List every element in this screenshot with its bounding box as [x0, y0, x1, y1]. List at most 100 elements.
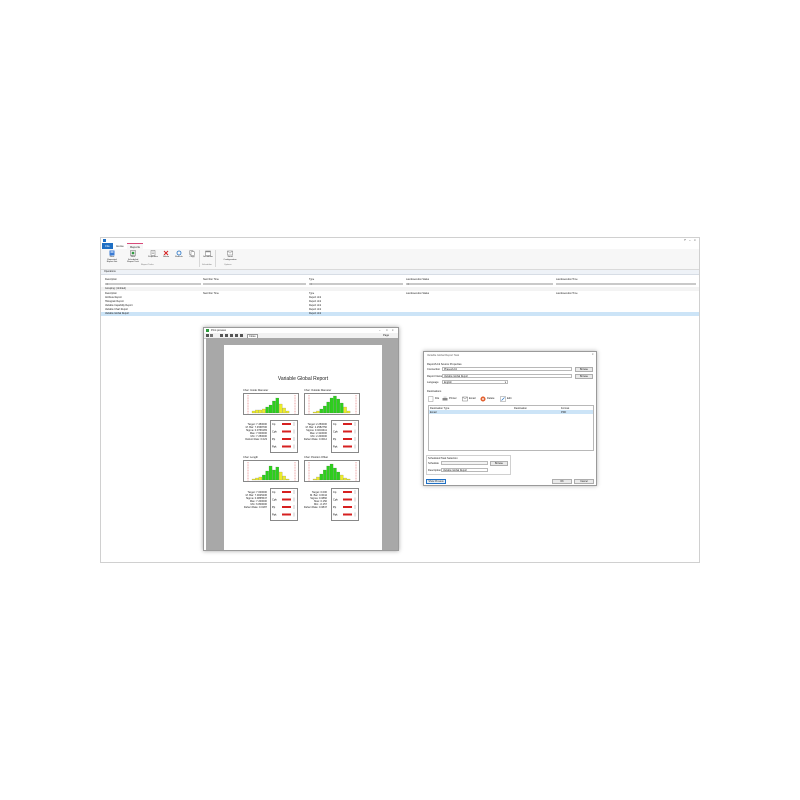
grouping-label: Grouping: (Untitled)	[105, 287, 126, 290]
email-destination-button[interactable]: Email	[462, 395, 478, 402]
capability-bar	[282, 506, 291, 508]
refresh-button[interactable]: Refresh	[173, 250, 185, 264]
capability-bar	[343, 513, 352, 516]
chart-stats: Target: 2.250000 M. Bar: 2.2582750 Sigma…	[300, 423, 327, 441]
file-destination-button[interactable]: File	[428, 395, 442, 402]
histogram-bar	[333, 467, 337, 481]
histogram-bar	[316, 410, 320, 414]
four-pages-icon[interactable]	[240, 334, 243, 337]
destinations-table: Destination Type Destination Format Emai…	[428, 405, 594, 451]
browse-report-button[interactable]: Browse	[575, 373, 593, 379]
histogram-bar	[268, 465, 273, 481]
preview-window-title: Print preview	[211, 329, 226, 332]
language-select[interactable]: English ▾	[442, 380, 508, 384]
minimize-icon[interactable]: –	[689, 238, 691, 242]
destination-row[interactable]: Email PDF	[429, 410, 593, 414]
histogram-bar	[268, 404, 273, 414]
capability-label: Cpk	[333, 498, 338, 502]
dialog-title: Variable Global Report Task	[427, 354, 460, 357]
capability-bar	[343, 423, 352, 425]
histogram-bar	[258, 476, 262, 481]
filter-last-time[interactable]	[556, 282, 696, 286]
capability-indices-box: Cp Cpk Pp Ppk	[270, 488, 298, 521]
histogram-bar	[312, 478, 317, 481]
page-label: Page	[383, 334, 390, 337]
capability-bar	[343, 491, 352, 493]
ribbon-group-options: Options	[224, 264, 232, 266]
edit-destination-button[interactable]: Edit	[500, 395, 516, 402]
histogram-chart	[243, 393, 299, 415]
delete-destination-button[interactable]: Delete	[480, 395, 498, 402]
schedule-field[interactable]	[441, 461, 488, 465]
histogram-bar	[329, 463, 334, 481]
close-icon[interactable]: ×	[694, 238, 696, 242]
properties-button[interactable]: Properties	[147, 250, 159, 264]
browse-schedule-button[interactable]: Browse	[490, 460, 508, 466]
capability-indicators: Cp Cpk Pp Ppk	[272, 490, 295, 517]
label-description: Description	[428, 468, 441, 472]
close-icon[interactable]: ×	[592, 353, 594, 356]
help-icon[interactable]: ?	[684, 238, 686, 242]
capability-label: Cp	[333, 490, 337, 494]
histogram-bar	[346, 478, 351, 481]
filter-type[interactable]: =	[309, 282, 403, 286]
ribbon-separator	[199, 250, 200, 267]
app-logo-icon	[103, 239, 106, 242]
show-preview-button[interactable]: Show Preview	[426, 479, 446, 484]
preview-app-icon	[206, 329, 209, 332]
report-page: Variable Global Report Char: Inside Diam…	[224, 345, 382, 550]
minimize-icon[interactable]: –	[379, 329, 380, 332]
table-row-selected[interactable]: Variable Global Report Report Unit	[101, 312, 699, 316]
filter-description[interactable]: =	[105, 282, 201, 286]
capability-indices-box: Cp Cpk Pp Ppk	[331, 420, 359, 453]
description-field[interactable]: Variable Global Report	[441, 467, 488, 472]
copy-button[interactable]: Copy	[186, 250, 198, 264]
printer-icon	[442, 396, 448, 400]
zoom-icon[interactable]	[220, 334, 223, 337]
filter-next-run[interactable]	[203, 282, 306, 286]
panel-title: Operations	[104, 270, 116, 273]
one-page-icon[interactable]	[225, 334, 228, 337]
print-icon[interactable]	[206, 334, 209, 337]
capability-label: Cpk	[272, 498, 277, 502]
capability-label: Pp	[272, 437, 276, 441]
print-preview-window: Print preview – □ × Close Page Variable …	[203, 327, 399, 551]
new-report-set-button[interactable]: New Repeated Report Set	[106, 250, 118, 264]
histogram-bars	[247, 462, 296, 481]
maximize-icon[interactable]: □	[386, 329, 388, 332]
send-configuration-button[interactable]: Send Configuration	[223, 250, 237, 264]
histogram-bar	[323, 405, 327, 414]
page-setup-icon[interactable]	[210, 334, 213, 337]
chevron-down-icon: ▾	[504, 381, 506, 384]
two-pages-icon[interactable]	[230, 334, 233, 337]
report-title: Variable Global Report	[277, 376, 329, 382]
scheduler-button[interactable]: Scheduler	[202, 250, 214, 264]
three-pages-icon[interactable]	[235, 334, 238, 337]
cancel-button[interactable]: Cancel	[574, 479, 594, 484]
histogram-bar	[285, 478, 290, 481]
filter-last-status[interactable]: =	[406, 282, 553, 286]
capability-bar	[343, 506, 352, 508]
new-scheduled-task-button[interactable]: New Scheduled Report Task	[127, 250, 139, 264]
close-icon[interactable]: ×	[392, 329, 394, 332]
histogram-bar	[255, 477, 259, 481]
histogram-bar	[258, 409, 262, 414]
report-name-field[interactable]: Variable Global Report	[442, 374, 572, 378]
capability-bar	[343, 498, 352, 501]
histogram-bar	[262, 408, 266, 414]
stat-defect-rate: Defect Rate: 0.023	[245, 438, 267, 441]
delete-button[interactable]: Delete	[160, 250, 172, 264]
histogram-bar	[251, 410, 256, 414]
ok-button[interactable]: OK	[552, 479, 572, 484]
histogram-bars	[247, 395, 296, 414]
histogram-bar	[336, 398, 340, 414]
browse-connection-button[interactable]: Browse	[575, 366, 593, 372]
chart-title: Char: Position Offset	[304, 456, 328, 459]
printer-destination-button[interactable]: Printer	[442, 395, 458, 402]
histogram-bar	[265, 406, 269, 414]
scheduled-task-group: Scheduled Task Selection Schedule Browse…	[426, 455, 511, 475]
histogram-bar	[326, 465, 330, 481]
main-window: ? – × File Home Reports New Repeated Rep…	[100, 237, 700, 563]
connection-field[interactable]: Phases/Unit	[442, 367, 572, 371]
section-destinations: Destinations	[427, 390, 442, 393]
